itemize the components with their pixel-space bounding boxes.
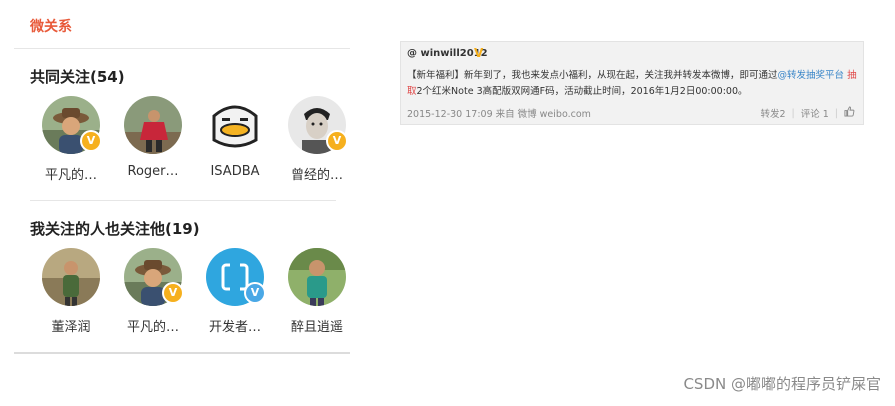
avatar[interactable]: V	[206, 248, 266, 306]
post-meta: 2015-12-30 17:09 来自 微博 weibo.com	[407, 109, 591, 120]
avatar-outdoor-red-icon	[124, 96, 182, 154]
also-follow-item[interactable]: V 开发者…	[194, 248, 276, 335]
avatar-name[interactable]: 平凡的…	[30, 164, 112, 183]
avatar[interactable]: V	[288, 96, 348, 154]
avatar[interactable]	[288, 248, 346, 306]
common-follow-item[interactable]: V 平凡的…	[30, 96, 112, 183]
post-text: 【新年福利】新年到了，我也来发点小福利，从现在起，关注我并转发本微博，即可通过@…	[407, 68, 857, 100]
avatar-name[interactable]: 董泽润	[30, 316, 112, 335]
also-follow-title[interactable]: 我关注的人也关注他(19)	[30, 218, 200, 239]
avatar-duck-icon	[206, 96, 264, 154]
avatar-name[interactable]: 平凡的…	[112, 316, 194, 335]
avatar[interactable]	[124, 96, 182, 154]
verified-v-icon: V	[474, 46, 484, 60]
also-follow-item[interactable]: 醉且逍遥	[276, 248, 358, 335]
avatar[interactable]: V	[42, 96, 102, 154]
like-button[interactable]	[844, 106, 855, 120]
repost-button[interactable]: 转发2	[760, 106, 785, 120]
avatar-name[interactable]: 醉且逍遥	[276, 316, 358, 335]
avatar[interactable]	[206, 96, 264, 154]
also-follow-list: 董泽润 V 平凡的… V 开发者… 醉且逍遥	[30, 248, 346, 335]
avatar-name[interactable]: 开发者…	[194, 316, 276, 335]
comment-button[interactable]: 评论 1	[801, 106, 829, 120]
common-follow-item[interactable]: Roger…	[112, 96, 194, 183]
verified-badge-icon: V	[162, 282, 184, 304]
watermark: CSDN @嘟嘟的程序员铲屎官	[683, 375, 881, 393]
common-follow-item[interactable]: ISADBA	[194, 96, 276, 183]
divider	[14, 352, 350, 354]
weibo-post-card: @ winwill2012 V 【新年福利】新年到了，我也来发点小福利，从现在起…	[400, 41, 864, 125]
verified-badge-icon: V	[244, 282, 266, 304]
verified-badge-icon: V	[326, 130, 348, 152]
micro-relations-panel: 微关系 共同关注(54) V 平凡的… Roger… ISADBA V 曾经的……	[14, 0, 350, 356]
avatar[interactable]: V	[124, 248, 184, 306]
avatar-name[interactable]: Roger…	[112, 164, 194, 179]
avatar-name[interactable]: 曾经的…	[276, 164, 358, 183]
thumbs-up-icon	[844, 106, 855, 117]
post-text-suffix: 2个红米Note 3高配版双网通F码，活动截止时间，2016年1月2日00:00…	[416, 86, 748, 97]
divider	[14, 48, 350, 49]
avatar-person-outdoor-icon	[42, 248, 100, 306]
mention-link[interactable]: @转发抽奖平台	[778, 70, 845, 81]
divider	[30, 200, 336, 201]
also-follow-item[interactable]: 董泽润	[30, 248, 112, 335]
panel-title: 微关系	[30, 19, 72, 35]
avatar[interactable]	[42, 248, 100, 306]
verified-badge-icon: V	[80, 130, 102, 152]
common-follow-list: V 平凡的… Roger… ISADBA V 曾经的…	[30, 96, 348, 183]
common-follow-item[interactable]: V 曾经的…	[276, 96, 358, 183]
separator: |	[834, 107, 838, 119]
post-actions: 转发2 | 评论 1 |	[760, 106, 855, 120]
post-text-prefix: 【新年福利】新年到了，我也来发点小福利，从现在起，关注我并转发本微博，即可通过	[407, 70, 778, 81]
also-follow-item[interactable]: V 平凡的…	[112, 248, 194, 335]
avatar-name[interactable]: ISADBA	[194, 164, 276, 179]
separator: |	[791, 107, 795, 119]
avatar-person-field-icon	[288, 248, 346, 306]
common-follow-title[interactable]: 共同关注(54)	[30, 66, 125, 87]
